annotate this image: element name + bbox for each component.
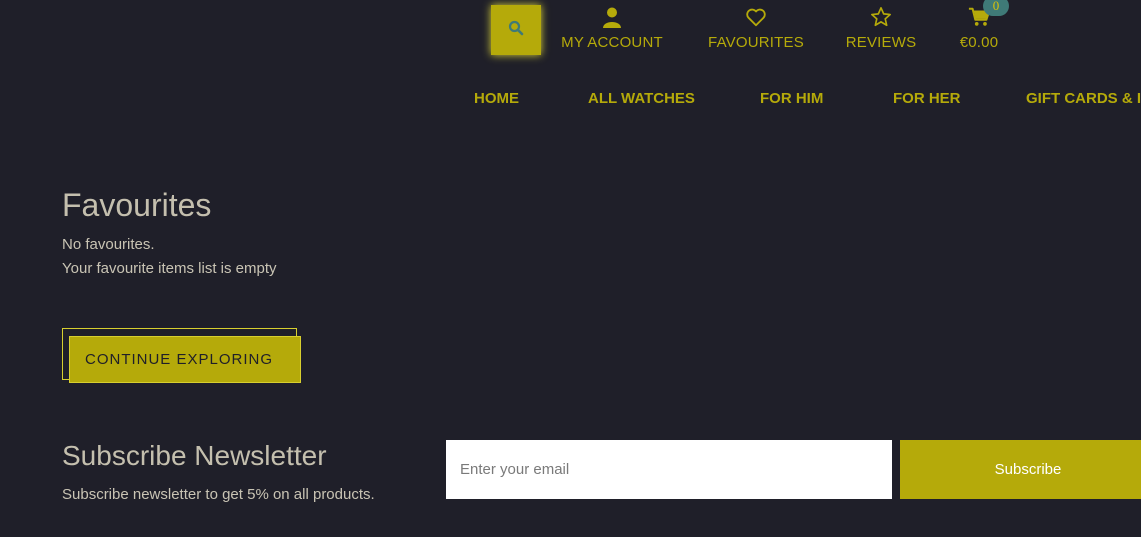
my-account-label: MY ACCOUNT (561, 34, 663, 51)
newsletter-title: Subscribe Newsletter (62, 440, 327, 471)
empty-description: Your favourite items list is empty (62, 260, 277, 277)
email-input[interactable] (446, 440, 892, 499)
nav-for-her[interactable]: FOR HER (893, 90, 961, 107)
cart-total: €0.00 (959, 34, 999, 51)
my-account-link[interactable]: MY ACCOUNT (559, 6, 665, 56)
newsletter-subtitle: Subscribe newsletter to get 5% on all pr… (62, 486, 375, 503)
continue-exploring-button[interactable]: CONTINUE EXPLORING (69, 336, 301, 383)
favourites-label: FAVOURITES (708, 34, 804, 51)
search-icon (508, 20, 524, 41)
page-title: Favourites (62, 187, 212, 223)
nav-all-watches[interactable]: ALL WATCHES (588, 90, 695, 107)
reviews-link[interactable]: REVIEWS (845, 6, 917, 56)
nav-gift-cards[interactable]: GIFT CARDS & I (1026, 90, 1141, 107)
star-icon (871, 7, 891, 27)
search-button[interactable] (491, 5, 541, 55)
user-icon (603, 7, 621, 28)
favourites-link[interactable]: FAVOURITES (706, 6, 806, 56)
subscribe-button[interactable]: Subscribe (900, 440, 1141, 499)
nav-for-him[interactable]: FOR HIM (760, 90, 823, 107)
reviews-label: REVIEWS (845, 34, 917, 51)
empty-message: No favourites. (62, 236, 155, 253)
cart-count-badge: 0 (983, 0, 1009, 16)
nav-home[interactable]: HOME (474, 90, 519, 107)
heart-icon (746, 8, 766, 27)
